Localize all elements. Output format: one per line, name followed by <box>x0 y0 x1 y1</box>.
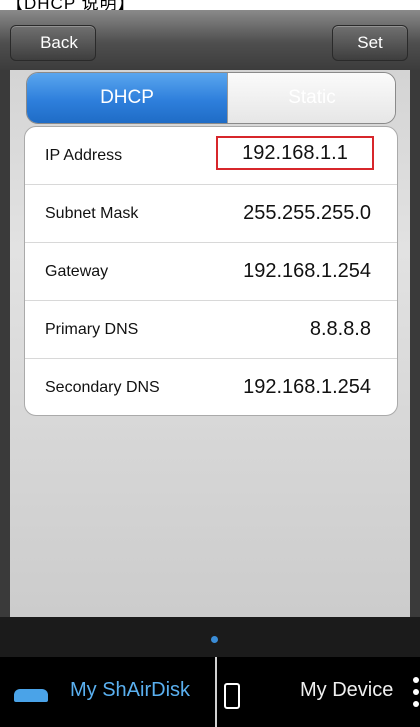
ip-address-label: IP Address <box>45 147 123 164</box>
segment-static-label: Static <box>288 87 336 108</box>
settings-panel: DHCP Static IP Address 192.168.1.1 Subne… <box>10 70 410 667</box>
tab-my-shairdisk[interactable]: My ShAirDisk <box>70 679 190 702</box>
gateway-label: Gateway <box>45 263 109 280</box>
segment-static[interactable]: Static <box>227 73 395 123</box>
page-indicator-dot[interactable] <box>211 636 218 643</box>
navigation-bar: Back Set <box>0 10 420 70</box>
ip-address-row: IP Address 192.168.1.1 <box>25 127 397 185</box>
tab-bar: My ShAirDisk My Device <box>0 657 420 727</box>
set-button[interactable]: Set <box>332 25 408 61</box>
back-button[interactable]: Back <box>10 25 96 61</box>
more-icon[interactable] <box>412 677 420 717</box>
app-screen: Back Set DHCP Static IP Address 192.168.… <box>0 10 420 727</box>
primary-dns-row: Primary DNS 8.8.8.8 <box>25 301 397 359</box>
segment-dhcp[interactable]: DHCP <box>27 73 227 123</box>
subnet-mask-label: Subnet Mask <box>45 205 139 222</box>
tab-divider <box>215 657 217 727</box>
gateway-row: Gateway 192.168.1.254 <box>25 243 397 301</box>
back-button-label: Back <box>40 33 78 52</box>
top-caption-strip: 【DHCP 说明】 <box>0 0 420 10</box>
mode-segmented-control: DHCP Static <box>26 72 396 124</box>
secondary-dns-label: Secondary DNS <box>45 379 160 396</box>
top-caption: 【DHCP 说明】 <box>6 0 136 10</box>
primary-dns-label: Primary DNS <box>45 321 139 338</box>
segment-dhcp-label: DHCP <box>100 87 154 108</box>
secondary-dns-value: 192.168.1.254 <box>243 376 371 398</box>
subnet-mask-row: Subnet Mask 255.255.255.0 <box>25 185 397 243</box>
page-indicator-bar <box>0 617 420 657</box>
tab-my-device[interactable]: My Device <box>300 679 393 702</box>
set-button-label: Set <box>357 33 383 52</box>
ip-address-highlight-box: 192.168.1.1 <box>216 136 374 170</box>
phone-icon[interactable] <box>224 683 240 709</box>
ip-address-value: 192.168.1.1 <box>242 142 348 164</box>
subnet-mask-value: 255.255.255.0 <box>243 202 371 224</box>
gateway-value: 192.168.1.254 <box>243 260 371 282</box>
secondary-dns-row: Secondary DNS 192.168.1.254 <box>25 359 397 415</box>
disk-icon[interactable] <box>14 689 48 702</box>
network-info-card: IP Address 192.168.1.1 Subnet Mask 255.2… <box>24 126 398 416</box>
primary-dns-value: 8.8.8.8 <box>309 318 371 340</box>
